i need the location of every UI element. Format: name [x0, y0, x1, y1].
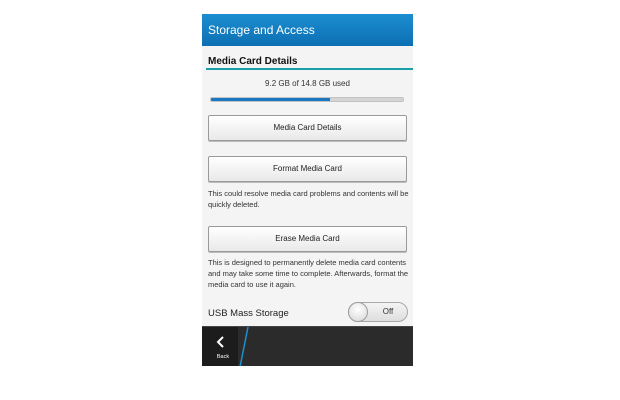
- action-bar: Back: [202, 326, 413, 366]
- usb-mass-storage-label: USB Mass Storage: [208, 308, 289, 319]
- section-divider: [206, 68, 413, 70]
- toggle-knob[interactable]: [348, 302, 368, 322]
- storage-progress-fill: [211, 98, 331, 101]
- toggle-state-text: Off: [382, 307, 394, 316]
- erase-media-card-button[interactable]: Erase Media Card: [208, 226, 407, 252]
- erase-description: This is designed to permanently delete m…: [208, 258, 409, 289]
- title-bar: Storage and Access: [202, 14, 413, 46]
- section-title: Media Card Details: [208, 56, 298, 67]
- format-description: This could resolve media card problems a…: [208, 189, 409, 209]
- format-media-card-button[interactable]: Format Media Card: [208, 156, 407, 182]
- page-title: Storage and Access: [208, 23, 315, 37]
- storage-usage-text: 9.2 GB of 14.8 GB used: [265, 79, 350, 88]
- phone-screen: Storage and Access Media Card Details 9.…: [202, 14, 413, 366]
- usb-mass-storage-toggle[interactable]: Off: [348, 302, 408, 322]
- action-bar-divider: [239, 327, 249, 366]
- media-card-details-button[interactable]: Media Card Details: [208, 115, 407, 141]
- storage-progress-bar: [210, 97, 404, 102]
